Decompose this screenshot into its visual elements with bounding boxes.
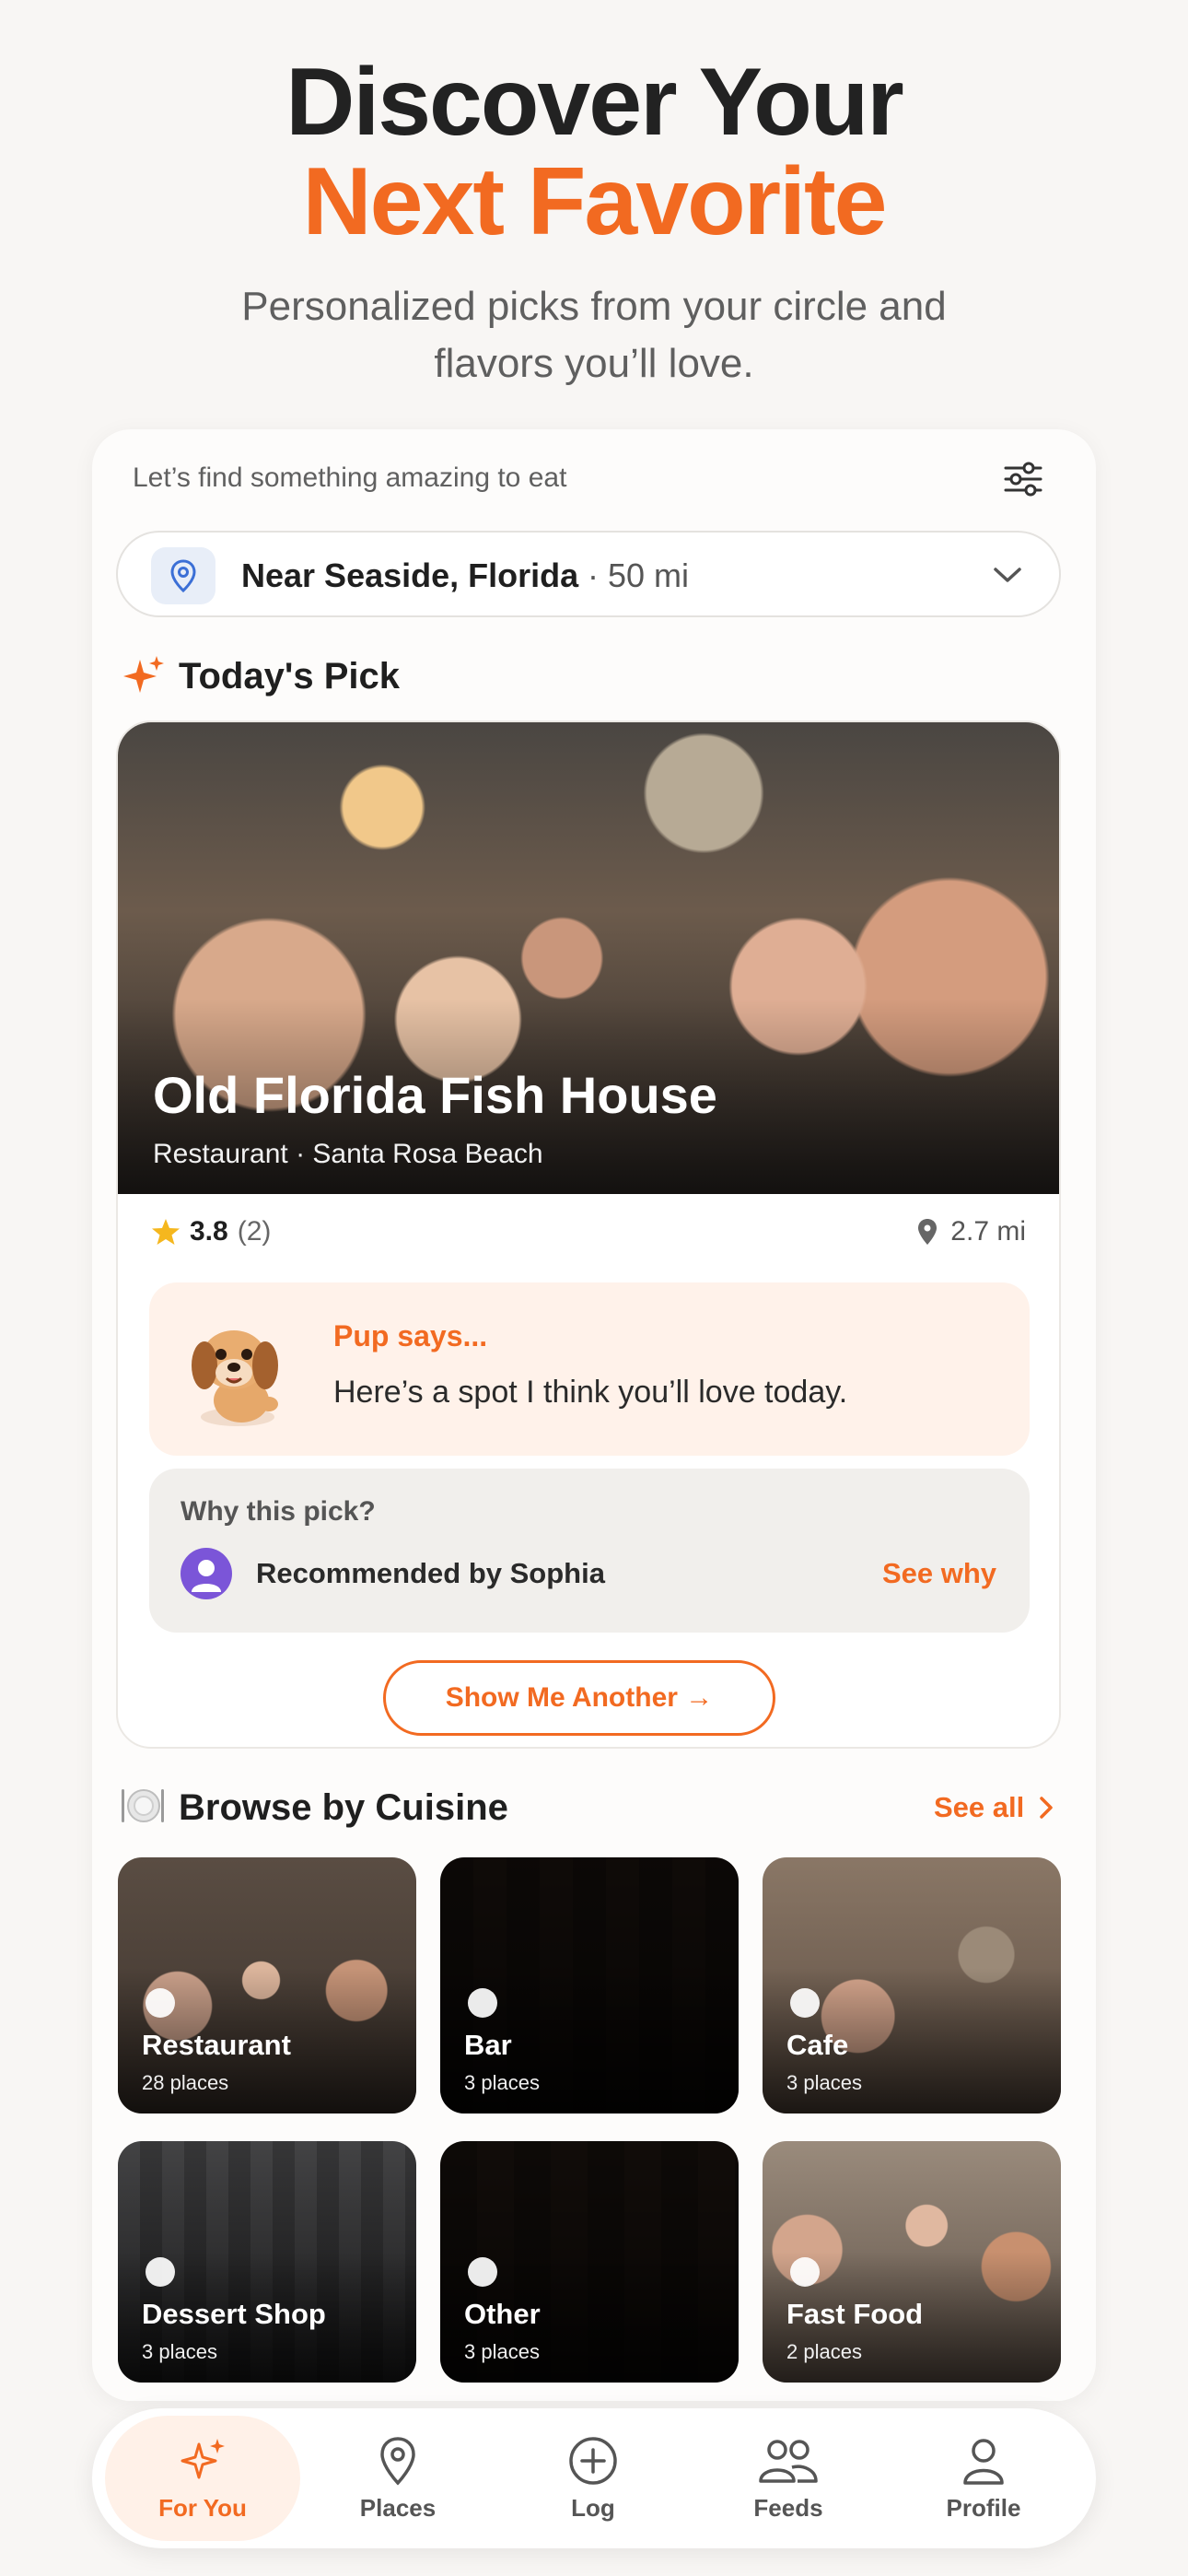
people-icon <box>759 2439 818 2483</box>
pup-title: Pup says... <box>333 1319 488 1352</box>
cuisine-tile-dessert-shop[interactable]: Dessert Shop 3 places <box>118 2141 416 2383</box>
restaurant-name: Old Florida Fish House <box>153 1066 717 1124</box>
nav-label: Profile <box>946 2493 1021 2522</box>
cuisine-tile-other[interactable]: Other 3 places <box>440 2141 739 2383</box>
see-all-link[interactable]: See all <box>934 1791 1054 1824</box>
chevron-down-icon <box>989 556 1026 593</box>
tile-dot-icon <box>468 2257 497 2287</box>
cuisine-tile-cafe[interactable]: Cafe 3 places <box>763 1857 1061 2113</box>
tile-dot-icon <box>790 1988 820 2018</box>
tile-name: Dessert Shop <box>142 2298 326 2330</box>
tile-dot-icon <box>468 1988 497 2018</box>
show-me-another-button[interactable]: Show Me Another → <box>383 1660 775 1736</box>
rating: 3.8 (2) <box>151 1216 271 1247</box>
pup-says-box: Pup says... Here’s a spot I think you’ll… <box>149 1282 1030 1456</box>
nav-label: For You <box>158 2493 247 2522</box>
recommended-by: Recommended by Sophia <box>256 1557 605 1589</box>
nav-places[interactable]: Places <box>300 2416 495 2541</box>
chevron-right-icon <box>1040 1797 1053 1819</box>
avatar <box>181 1548 232 1599</box>
nav-label: Feeds <box>753 2493 823 2522</box>
sliders-icon <box>1004 462 1042 497</box>
plus-circle-icon <box>569 2436 617 2485</box>
bottom-nav: For You Places Log Feeds Profile <box>92 2408 1096 2548</box>
why-title: Why this pick? <box>181 1496 376 1527</box>
puppy-avatar <box>192 1330 278 1426</box>
distance-value: 2.7 mi <box>950 1216 1026 1247</box>
tile-count: 2 places <box>786 2340 862 2363</box>
star-icon <box>152 1219 180 1245</box>
tile-dot-icon <box>790 2257 820 2287</box>
tile-count: 28 places <box>142 2071 229 2094</box>
cuisine-tile-restaurant[interactable]: Restaurant 28 places <box>118 1857 416 2113</box>
sparkle-icon <box>123 656 164 693</box>
todays-pick-card[interactable]: Old Florida Fish House Restaurant · Sant… <box>116 720 1061 1749</box>
nav-label: Log <box>571 2493 615 2522</box>
plate-icon <box>122 1789 164 1822</box>
tile-name: Restaurant <box>142 2029 291 2061</box>
finder-prompt: Let’s find something amazing to eat <box>133 463 567 493</box>
tile-dot-icon <box>146 2257 175 2287</box>
tile-count: 3 places <box>464 2340 540 2363</box>
map-pin-icon <box>380 2436 415 2486</box>
todays-pick-title: Today's Pick <box>179 656 400 697</box>
why-this-pick-box: Why this pick? Recommended by Sophia See… <box>149 1469 1030 1633</box>
tile-name: Bar <box>464 2029 512 2061</box>
person-icon <box>963 2438 1004 2485</box>
location-selector[interactable]: Near Seaside, Florida · 50 mi <box>116 531 1061 617</box>
location-name: Near Seaside, Florida <box>241 556 579 594</box>
cuisine-tile-fast-food[interactable]: Fast Food 2 places <box>763 2141 1061 2383</box>
tile-count: 3 places <box>142 2340 217 2363</box>
hero-title-line1: Discover Your <box>285 49 904 156</box>
restaurant-meta: Restaurant · Santa Rosa Beach <box>153 1139 543 1169</box>
hero-title-line2: Next Favorite <box>302 148 888 255</box>
nav-profile[interactable]: Profile <box>886 2416 1081 2541</box>
nav-for-you[interactable]: For You <box>105 2416 300 2541</box>
distance: 2.7 mi <box>917 1216 1026 1247</box>
sparkle-icon <box>181 2438 225 2478</box>
tile-name: Other <box>464 2298 541 2330</box>
rating-value: 3.8 <box>190 1216 228 1247</box>
browse-title: Browse by Cuisine <box>179 1787 508 1828</box>
tile-count: 3 places <box>786 2071 862 2094</box>
location-icon-box <box>151 547 215 604</box>
tile-name: Cafe <box>786 2029 849 2061</box>
nav-feeds[interactable]: Feeds <box>691 2416 886 2541</box>
filter-button[interactable] <box>996 455 1050 503</box>
cuisine-tile-bar[interactable]: Bar 3 places <box>440 1857 739 2113</box>
nav-label: Places <box>359 2493 437 2522</box>
location-radius: · 50 mi <box>588 556 690 594</box>
hero-subtitle: Personalized picks from your circle and … <box>241 284 947 386</box>
map-pin-icon <box>918 1219 938 1245</box>
rating-count: (2) <box>237 1216 272 1247</box>
see-why-link[interactable]: See why <box>882 1557 996 1590</box>
nav-log[interactable]: Log <box>495 2416 691 2541</box>
tile-dot-icon <box>146 1988 175 2018</box>
tile-name: Fast Food <box>786 2298 924 2330</box>
pup-message: Here’s a spot I think you’ll love today. <box>333 1375 848 1410</box>
tile-count: 3 places <box>464 2071 540 2094</box>
map-pin-icon <box>170 559 196 592</box>
see-all-label: See all <box>934 1791 1025 1823</box>
